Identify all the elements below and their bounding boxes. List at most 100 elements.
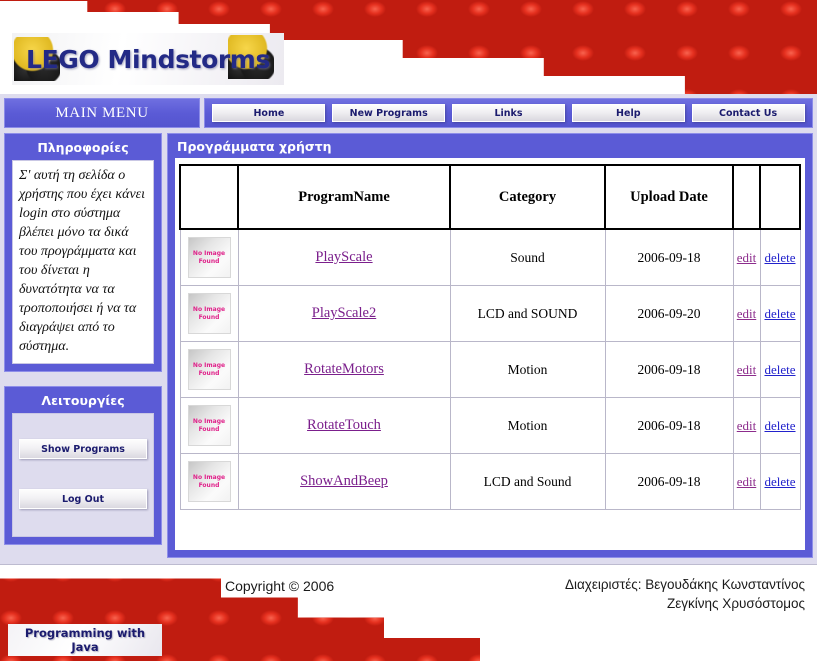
logo-text: LEGO Mindstorms [26, 44, 270, 74]
no-image-found-icon: No Image Found [187, 461, 231, 502]
programs-panel: Προγράμματα χρήστη ProgramName Category … [167, 133, 813, 558]
no-image-line-1: No Image [192, 361, 226, 369]
nav-button-home[interactable]: Home [212, 104, 326, 122]
cell-edit: edit [732, 228, 761, 286]
nav-button-links[interactable]: Links [451, 104, 565, 122]
cell-thumbnail: No Image Found [179, 228, 239, 286]
delete-link[interactable]: delete [764, 306, 795, 321]
programs-table-head: ProgramName Category Upload Date [179, 164, 801, 230]
copyright-text: Copyright © 2006 [225, 578, 335, 594]
operations-panel: Λειτουργίες Show Programs Log Out [4, 386, 162, 545]
header-upload-date: Upload Date [604, 164, 734, 230]
main-menu-box: MAIN MENU [4, 98, 200, 128]
cell-program-name: PlayScale [237, 228, 451, 286]
cell-category: Sound [449, 228, 606, 286]
show-programs-button[interactable]: Show Programs [19, 439, 147, 459]
site-logo[interactable]: LEGO Mindstorms [12, 33, 284, 85]
operations-panel-title: Λειτουργίες [41, 392, 125, 408]
program-name-link[interactable]: RotateMotors [304, 361, 384, 377]
info-panel-title: Πληροφορίες [37, 139, 129, 155]
nav-button-contact-us[interactable]: Contact Us [691, 104, 805, 122]
cell-upload-date: 2006-09-18 [604, 397, 734, 454]
cell-delete: delete [759, 397, 801, 454]
page-root: LEGO Mindstorms MAIN MENU Home New Progr… [0, 0, 817, 661]
cell-category: LCD and SOUND [449, 285, 606, 342]
badge-line-1: Programming with [24, 626, 146, 640]
cell-edit: edit [732, 453, 761, 510]
delete-link[interactable]: delete [764, 362, 795, 377]
header-edit [732, 164, 761, 230]
cell-delete: delete [759, 285, 801, 342]
program-name-link[interactable]: PlayScale [315, 249, 372, 265]
table-row: No Image Found PlayScale Sound 2006-09-18 edi… [179, 228, 801, 286]
nav-bar: Home New Programs Links Help Contact Us [204, 98, 813, 128]
cell-upload-date: 2006-09-18 [604, 341, 734, 398]
cell-upload-date: 2006-09-18 [604, 228, 734, 286]
programs-panel-title: Προγράμματα χρήστη [177, 138, 332, 154]
header-delete [759, 164, 801, 230]
programs-table: ProgramName Category Upload Date No Imag… [179, 164, 801, 510]
cell-category: Motion [449, 341, 606, 398]
nav-button-new-programs[interactable]: New Programs [332, 104, 446, 122]
cell-program-name: ShowAndBeep [237, 453, 451, 510]
cell-thumbnail: No Image Found [179, 397, 239, 454]
header-category: Category [449, 164, 606, 230]
cell-edit: edit [732, 285, 761, 342]
log-out-button[interactable]: Log Out [19, 489, 147, 509]
table-row: No Image Found PlayScale2 LCD and SOUND 2006… [179, 285, 801, 342]
no-image-line-2: Found [198, 369, 220, 377]
delete-link[interactable]: delete [764, 474, 795, 489]
program-name-link[interactable]: RotateTouch [307, 417, 381, 433]
cell-upload-date: 2006-09-18 [604, 453, 734, 510]
edit-link[interactable]: edit [737, 306, 757, 321]
no-image-line-1: No Image [192, 417, 226, 425]
cell-thumbnail: No Image Found [179, 285, 239, 342]
edit-link[interactable]: edit [737, 250, 757, 265]
cell-program-name: RotateMotors [237, 341, 451, 398]
table-header-row: ProgramName Category Upload Date [179, 164, 801, 230]
programming-with-java-badge: Programming with Java [8, 624, 162, 656]
operations-panel-body: Show Programs Log Out [12, 413, 154, 537]
info-panel-text: Σ' αυτή τη σελίδα ο χρήστης που έχει κάν… [19, 168, 146, 354]
main-menu-label: MAIN MENU [55, 104, 149, 121]
header-thumbnail [179, 164, 239, 230]
programs-table-body: No Image Found PlayScale Sound 2006-09-18 edi… [179, 228, 801, 510]
no-image-line-1: No Image [192, 249, 226, 257]
administrators-line-1: Διαχειριστές: Βεγουδάκης Κωνσταντίνος [564, 577, 805, 592]
table-row: No Image Found ShowAndBeep LCD and Sound 200… [179, 453, 801, 510]
sidebar: Πληροφορίες Σ' αυτή τη σελίδα ο χρήστης … [4, 133, 162, 558]
no-image-line-1: No Image [192, 305, 226, 313]
edit-link[interactable]: edit [737, 362, 757, 377]
no-image-found-icon: No Image Found [187, 237, 231, 278]
no-image-found-icon: No Image Found [187, 349, 231, 390]
cell-delete: delete [759, 341, 801, 398]
content-area: Πληροφορίες Σ' αυτή τη σελίδα ο χρήστης … [4, 133, 813, 558]
cell-delete: delete [759, 228, 801, 286]
nav-button-help[interactable]: Help [571, 104, 685, 122]
cell-thumbnail: No Image Found [179, 453, 239, 510]
cell-program-name: PlayScale2 [237, 285, 451, 342]
program-name-link[interactable]: PlayScale2 [312, 305, 376, 321]
cell-edit: edit [732, 397, 761, 454]
menu-bar: MAIN MENU Home New Programs Links Help C… [4, 98, 813, 128]
no-image-line-2: Found [198, 481, 220, 489]
delete-link[interactable]: delete [764, 418, 795, 433]
no-image-line-2: Found [198, 257, 220, 265]
cell-category: Motion [449, 397, 606, 454]
delete-link[interactable]: delete [764, 250, 795, 265]
programs-panel-body: ProgramName Category Upload Date No Imag… [175, 158, 805, 550]
cell-upload-date: 2006-09-20 [604, 285, 734, 342]
no-image-line-2: Found [198, 313, 220, 321]
info-panel: Πληροφορίες Σ' αυτή τη σελίδα ο χρήστης … [4, 133, 162, 372]
administrators-text: Διαχειριστές: Βεγουδάκης Κωνσταντίνος Ζε… [565, 575, 805, 613]
administrators-line-2: Ζεγκίνης Χρυσόστομος [667, 596, 805, 611]
edit-link[interactable]: edit [737, 474, 757, 489]
no-image-line-1: No Image [192, 473, 226, 481]
header-program-name: ProgramName [237, 164, 451, 230]
cell-delete: delete [759, 453, 801, 510]
cell-edit: edit [732, 341, 761, 398]
edit-link[interactable]: edit [737, 418, 757, 433]
program-name-link[interactable]: ShowAndBeep [300, 473, 388, 489]
badge-line-2: Java [71, 640, 99, 654]
no-image-found-icon: No Image Found [187, 293, 231, 334]
